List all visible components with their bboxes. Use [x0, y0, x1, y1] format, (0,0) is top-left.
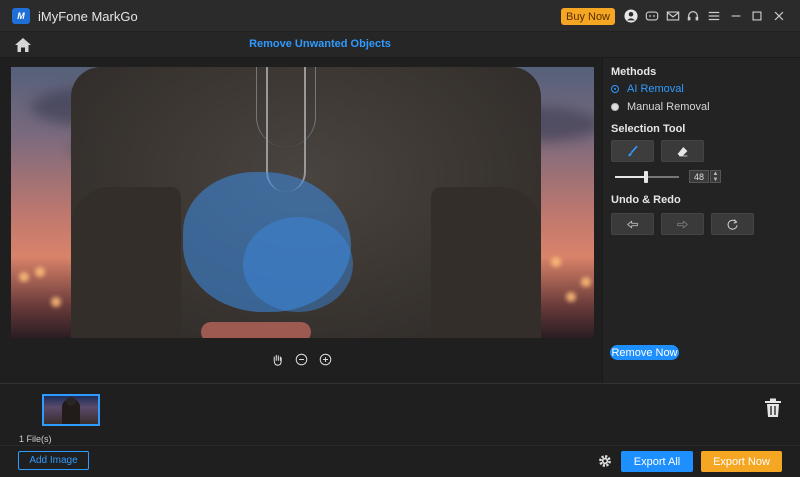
zoom-out-icon[interactable]	[294, 352, 308, 366]
image-canvas[interactable]	[11, 67, 594, 338]
file-thumbnail[interactable]	[42, 394, 100, 426]
brush-size-stepper[interactable]: ▲ ▼	[710, 170, 721, 183]
undo-button[interactable]	[611, 213, 654, 235]
minimize-icon[interactable]	[728, 8, 744, 24]
redo-icon	[677, 220, 688, 228]
redo-button[interactable]	[661, 213, 704, 235]
radio-selected-icon[interactable]	[611, 85, 619, 93]
slider-handle[interactable]	[644, 171, 648, 183]
buy-now-button[interactable]: Buy Now	[561, 8, 615, 25]
add-image-button[interactable]: Add Image	[18, 451, 89, 470]
undo-redo-title: Undo & Redo	[611, 194, 681, 206]
eraser-tool-button[interactable]	[661, 140, 704, 162]
menu-icon[interactable]	[706, 8, 722, 24]
page-title: Remove Unwanted Objects	[249, 38, 391, 50]
zoom-in-icon[interactable]	[318, 352, 332, 366]
method-label: AI Removal	[627, 83, 684, 95]
method-label: Manual Removal	[627, 101, 710, 113]
app-logo-icon: M	[12, 8, 30, 24]
user-icon[interactable]	[623, 8, 639, 24]
refresh-icon	[727, 218, 738, 230]
hand-pan-icon[interactable]	[270, 352, 284, 366]
file-strip: 1 File(s)	[0, 383, 800, 445]
selection-mask	[243, 217, 353, 312]
eraser-icon	[677, 146, 688, 156]
reset-button[interactable]	[711, 213, 754, 235]
methods-title: Methods	[611, 66, 657, 78]
gear-icon[interactable]	[597, 453, 613, 469]
discord-icon[interactable]	[644, 8, 660, 24]
method-manual-removal[interactable]: Manual Removal	[611, 101, 710, 113]
remove-now-button[interactable]: Remove Now	[610, 345, 679, 360]
export-now-button[interactable]: Export Now	[701, 451, 782, 472]
brush-size-slider[interactable]	[615, 171, 679, 183]
brush-size-input[interactable]: 48	[689, 170, 709, 183]
brush-tool-button[interactable]	[611, 140, 654, 162]
sub-header: Remove Unwanted Objects	[0, 32, 800, 58]
selection-tool-title: Selection Tool	[611, 123, 686, 135]
stepper-down-icon[interactable]: ▼	[713, 177, 719, 183]
method-ai-removal[interactable]: AI Removal	[611, 83, 684, 95]
undo-icon	[627, 220, 638, 228]
file-count: 1 File(s)	[19, 434, 52, 444]
footer: Add Image Export All Export Now	[0, 445, 800, 477]
zoom-controls	[270, 351, 340, 367]
trash-icon[interactable]	[764, 398, 782, 418]
radio-unselected-icon[interactable]	[611, 103, 619, 111]
maximize-icon[interactable]	[749, 8, 765, 24]
headset-icon[interactable]	[685, 8, 701, 24]
close-icon[interactable]	[771, 8, 787, 24]
brush-icon	[628, 145, 638, 156]
title-bar: M iMyFone MarkGo Buy Now	[0, 0, 800, 32]
export-all-button[interactable]: Export All	[621, 451, 693, 472]
app-title: iMyFone MarkGo	[38, 9, 138, 24]
settings-panel: Methods AI Removal Manual Removal Select…	[602, 58, 800, 383]
mail-icon[interactable]	[665, 8, 681, 24]
canvas-area	[0, 58, 602, 383]
